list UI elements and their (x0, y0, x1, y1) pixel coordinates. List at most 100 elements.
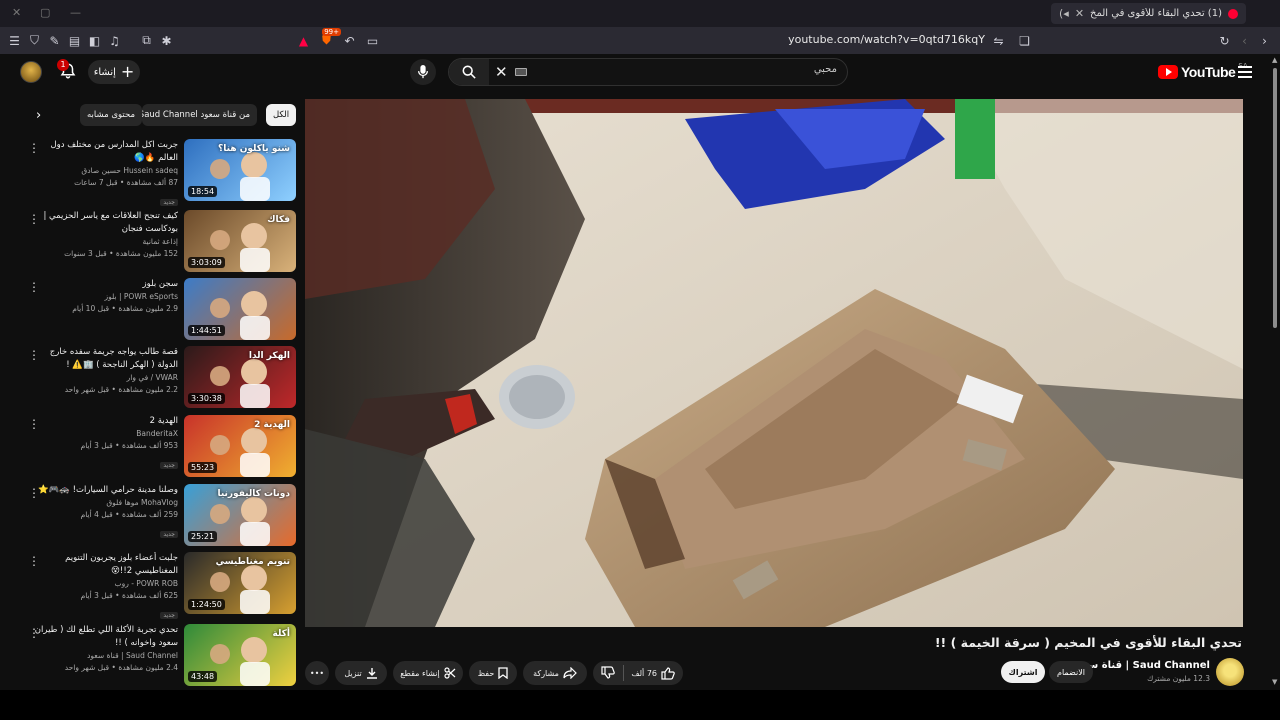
youtube-logo[interactable]: YouTube SA (1158, 62, 1248, 80)
more-vert-icon[interactable]: ⋮ (28, 554, 40, 568)
video-thumbnail[interactable]: 1:44:51 (184, 278, 296, 340)
recommendation-channel[interactable]: MohaVlog موها فلوق (28, 497, 178, 509)
shield-icon[interactable]: ⛉ (26, 32, 43, 49)
video-thumbnail[interactable]: الهكر الدا 3:30:38 (184, 346, 296, 408)
search-button[interactable] (449, 59, 489, 85)
scroll-up-icon[interactable]: ▲ (1272, 56, 1277, 64)
recommendation-title[interactable]: قصة طالب يواجه جريمة سفده خارج الدولة ( … (28, 346, 178, 372)
recommendation-title[interactable]: كيف تنجح العلاقات مع ياسر الحزيمي | بودك… (28, 210, 178, 236)
chip-all[interactable]: الكل (266, 104, 297, 126)
recommendation-channel[interactable]: Hussein sadeq حسين صادق (28, 165, 178, 177)
reload-icon[interactable]: ↻ (1216, 32, 1233, 49)
music-icon[interactable]: ♫ (106, 32, 123, 49)
menu-icon[interactable]: ☰ (6, 32, 23, 49)
dislike-button[interactable] (601, 666, 615, 679)
voice-search-button[interactable] (410, 59, 436, 85)
recommendation-channel[interactable]: BanderitaX (28, 428, 178, 440)
create-button[interactable]: + إنشاء (88, 60, 140, 84)
browser-tab-active[interactable]: ◂) (1) تحدي البقاء للأقوى في المخ... ✕ (1051, 3, 1246, 24)
undo-icon[interactable]: ↶ (341, 32, 358, 49)
sidebar-icon[interactable]: ◧ (86, 32, 103, 49)
save-button[interactable]: حفظ (469, 661, 517, 685)
scroll-down-icon[interactable]: ▼ (1272, 678, 1277, 686)
recommendation-item[interactable]: شنو ياكلون هنا؟ 18:54 جربت اكل المدارس من … (20, 139, 296, 206)
video-player[interactable] (305, 99, 1243, 627)
close-window-icon[interactable]: ✕ (12, 6, 21, 19)
account-avatar[interactable] (20, 61, 42, 83)
recommendation-channel[interactable]: POWR eSports | بلوز (28, 291, 178, 303)
keyboard-icon[interactable] (515, 68, 527, 76)
minimize-window-icon[interactable]: — (70, 6, 81, 19)
video-thumbnail[interactable]: أكلة 43:48 (184, 624, 296, 686)
reader-icon[interactable]: ▤ (66, 32, 83, 49)
speaker-icon[interactable]: ◂) (1059, 7, 1069, 20)
mic-icon (417, 65, 429, 79)
chevron-right-icon[interactable]: › (36, 108, 41, 123)
more-vert-icon[interactable]: ⋮ (28, 417, 40, 431)
video-owner: Saud Channel | قناة سعود ✔ 12.3 مليون مش… (944, 658, 1244, 686)
recommendation-item[interactable]: فكاك 3:03:09 كيف تنجح العلاقات مع ياسر الح… (20, 210, 296, 272)
recommendation-title[interactable]: جربت اكل المدارس من مختلف دول العالم 🔥🌎 (28, 139, 179, 165)
brave-shield-icon[interactable]: ⛊ 99+ (318, 28, 341, 49)
recommendation-item[interactable]: الهكر الدا 3:30:38 قصة طالب يواجه جريمة سف… (20, 346, 296, 408)
close-tab-icon[interactable]: ✕ (1075, 7, 1084, 20)
pen-icon[interactable]: ✎ (46, 32, 63, 49)
subscriber-count: 12.3 مليون مشترك (1147, 674, 1210, 683)
clip-button[interactable]: إنشاء مقطع (393, 661, 463, 685)
video-thumbnail[interactable]: تنويم مغناطيسي 1:24:50 (184, 552, 296, 614)
download-button[interactable]: تنزيل (335, 661, 387, 685)
maximize-window-icon[interactable]: ▢ (40, 6, 50, 19)
video-thumbnail[interactable]: شنو ياكلون هنا؟ 18:54 (184, 139, 296, 201)
bookmark-icon[interactable]: ❏ (1016, 32, 1033, 49)
thumbnail-text: دونات كاليفورنيا (217, 489, 290, 499)
recommendation-stats: 953 ألف مشاهدة • قبل 3 أيام (80, 441, 178, 450)
share-button[interactable]: مشاركة (523, 661, 587, 685)
recommendation-channel[interactable]: Saud Channel | قناة سعود (28, 650, 178, 662)
more-vert-icon[interactable]: ⋮ (28, 348, 40, 362)
video-thumbnail[interactable]: فكاك 3:03:09 (184, 210, 296, 272)
more-actions-button[interactable]: ••• (305, 661, 329, 685)
page-scrollbar[interactable]: ▲ ▼ (1270, 56, 1280, 690)
recommendation-item[interactable]: 1:44:51 سجن بلوز POWR eSports | بلوز 2.9 مل… (20, 278, 296, 340)
clear-search-icon[interactable]: ✕ (495, 63, 508, 81)
search-input[interactable] (537, 64, 837, 75)
address-bar[interactable]: youtube.com/watch?v=0qtd716kqY (560, 33, 985, 46)
like-button[interactable]: 76 ألف (631, 666, 675, 680)
recommendation-channel[interactable]: POWR ROB - روب (28, 578, 178, 590)
recommendation-item[interactable]: دونات كاليفورنيا 25:21 وصلنا مدينة حرامي ا… (20, 484, 296, 546)
recommendation-item[interactable]: أكلة 43:48 تحدي تجربة الأكلة اللي تطلع لك … (20, 624, 296, 686)
recommendation-title[interactable]: وصلنا مدينة حرامي السيارات! 🚓🎮⭐ (28, 484, 178, 497)
video-thumbnail[interactable]: الهدية 2 55:23 (184, 415, 296, 477)
more-vert-icon[interactable]: ⋮ (28, 280, 40, 294)
share-icon (563, 667, 577, 679)
forward-icon[interactable]: › (1256, 32, 1273, 49)
youtube-wordmark: YouTube (1181, 64, 1236, 80)
recommendation-channel[interactable]: VWAR / في وار (28, 372, 178, 384)
more-vert-icon[interactable]: ⋮ (28, 486, 40, 500)
subscribe-button[interactable]: اشتراك (1001, 661, 1045, 683)
video-thumbnail[interactable]: دونات كاليفورنيا 25:21 (184, 484, 296, 546)
recommendation-stats: 87 ألف مشاهدة • قبل 7 ساعات (74, 178, 178, 187)
more-vert-icon[interactable]: ⋮ (28, 141, 40, 155)
window-icon[interactable]: ⧉ (138, 32, 155, 49)
recommendation-title[interactable]: تحدي تجربة الأكلة اللي تطلع لك ( طيران س… (28, 624, 178, 650)
more-vert-icon[interactable]: ⋮ (28, 212, 40, 226)
recommendation-channel[interactable]: إذاعة ثمانية (28, 236, 178, 248)
scroll-thumb[interactable] (1273, 68, 1277, 328)
more-vert-icon[interactable]: ⋮ (28, 626, 40, 640)
join-button[interactable]: الانضمام (1049, 661, 1093, 683)
site-settings-icon[interactable]: ⇋ (990, 32, 1007, 49)
chip-similar[interactable]: محتوى مشابه (80, 104, 142, 126)
back-icon[interactable]: ‹ (1236, 32, 1253, 49)
extensions-icon[interactable]: ✱ (158, 32, 175, 49)
recommendation-title[interactable]: جلبت أعضاء بلوز يجربون التنويم المغناطيس… (28, 552, 178, 578)
recommendation-title[interactable]: سجن بلوز (28, 278, 178, 291)
chip-from-channel[interactable]: من قناة سعود Saud Channel | (142, 104, 257, 126)
recommendation-title[interactable]: الهدية 2 (28, 415, 178, 428)
guide-menu-icon[interactable] (1238, 66, 1252, 78)
screen-icon[interactable]: ▭ (364, 32, 381, 49)
recommendation-item[interactable]: الهدية 2 55:23 الهدية 2 BanderitaX 953 ألف م… (20, 415, 296, 477)
brave-rewards-icon[interactable]: ▲ (295, 32, 312, 49)
recommendation-item[interactable]: تنويم مغناطيسي 1:24:50 جلبت أعضاء بلوز يجر… (20, 552, 296, 619)
channel-avatar[interactable] (1216, 658, 1244, 686)
